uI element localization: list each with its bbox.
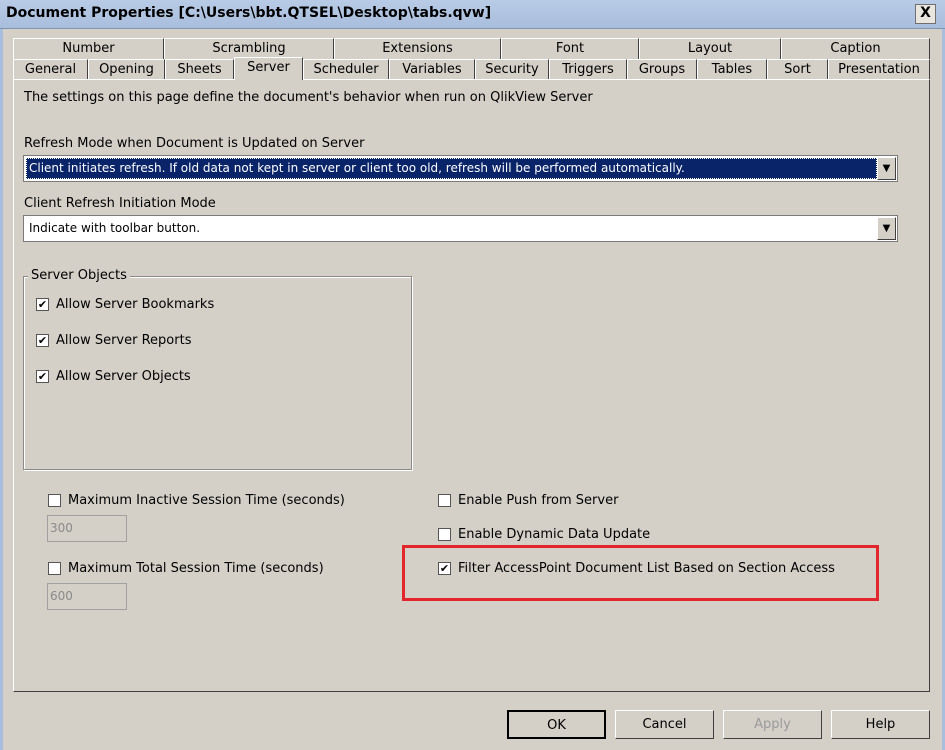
tab-presentation[interactable]: Presentation (828, 59, 930, 80)
max-inactive-checkbox[interactable] (48, 494, 61, 507)
enable-push-checkbox[interactable] (438, 494, 451, 507)
window-frame-left (0, 29, 3, 750)
allow-objects-checkbox[interactable]: ✔ (36, 370, 49, 383)
close-button[interactable]: X (915, 4, 936, 24)
tab-extensions[interactable]: Extensions (334, 38, 501, 59)
allow-objects-label: Allow Server Objects (56, 369, 191, 384)
allow-reports-label: Allow Server Reports (56, 333, 192, 348)
refresh-mode-value: Client initiates refresh. If old data no… (26, 158, 877, 179)
tab-sheets[interactable]: Sheets (165, 59, 234, 80)
chevron-down-icon[interactable]: ▼ (877, 157, 896, 180)
server-description: The settings on this page define the doc… (24, 90, 593, 105)
enable-push-label: Enable Push from Server (458, 493, 619, 508)
help-button[interactable]: Help (831, 710, 930, 739)
enable-dynamic-checkbox[interactable] (438, 528, 451, 541)
tab-groups[interactable]: Groups (627, 59, 697, 80)
client-refresh-dropdown[interactable]: Indicate with toolbar button. ▼ (23, 215, 898, 242)
tab-server[interactable]: Server (234, 57, 303, 80)
tab-general[interactable]: General (13, 59, 88, 80)
max-inactive-label: Maximum Inactive Session Time (seconds) (68, 493, 345, 508)
filter-accesspoint-label: Filter AccessPoint Document List Based o… (458, 561, 835, 576)
max-inactive-input[interactable]: 300 (47, 515, 127, 542)
enable-dynamic-label: Enable Dynamic Data Update (458, 527, 651, 542)
allow-bookmarks-checkbox[interactable]: ✔ (36, 298, 49, 311)
tab-caption[interactable]: Caption (781, 38, 930, 59)
tab-security[interactable]: Security (475, 59, 549, 80)
cancel-button[interactable]: Cancel (615, 710, 714, 739)
client-refresh-label: Client Refresh Initiation Mode (24, 196, 216, 211)
ok-button[interactable]: OK (507, 710, 606, 739)
refresh-mode-dropdown[interactable]: Client initiates refresh. If old data no… (23, 155, 898, 182)
tab-triggers[interactable]: Triggers (549, 59, 627, 80)
client-refresh-value: Indicate with toolbar button. (29, 221, 201, 235)
allow-bookmarks-label: Allow Server Bookmarks (56, 297, 215, 312)
tab-sort[interactable]: Sort (767, 59, 828, 80)
chevron-down-icon[interactable]: ▼ (877, 217, 896, 240)
max-total-checkbox[interactable] (48, 562, 61, 575)
tab-tables[interactable]: Tables (697, 59, 767, 80)
tab-font[interactable]: Font (501, 38, 639, 59)
tab-opening[interactable]: Opening (88, 59, 165, 80)
max-total-input[interactable]: 600 (47, 583, 127, 610)
filter-accesspoint-checkbox[interactable]: ✔ (438, 562, 451, 575)
max-total-label: Maximum Total Session Time (seconds) (68, 561, 324, 576)
server-objects-group-label: Server Objects (28, 268, 130, 283)
allow-reports-checkbox[interactable]: ✔ (36, 334, 49, 347)
apply-button[interactable]: Apply (723, 710, 822, 739)
tab-variables[interactable]: Variables (389, 59, 475, 80)
title-bar: Document Properties [C:\Users\bbt.QTSEL\… (0, 0, 945, 29)
window-title: Document Properties [C:\Users\bbt.QTSEL\… (6, 5, 492, 21)
tab-scheduler[interactable]: Scheduler (303, 59, 389, 80)
tab-scrambling[interactable]: Scrambling (164, 38, 334, 59)
refresh-mode-label: Refresh Mode when Document is Updated on… (24, 136, 365, 151)
tab-layout[interactable]: Layout (639, 38, 781, 59)
tab-number[interactable]: Number (13, 38, 164, 59)
